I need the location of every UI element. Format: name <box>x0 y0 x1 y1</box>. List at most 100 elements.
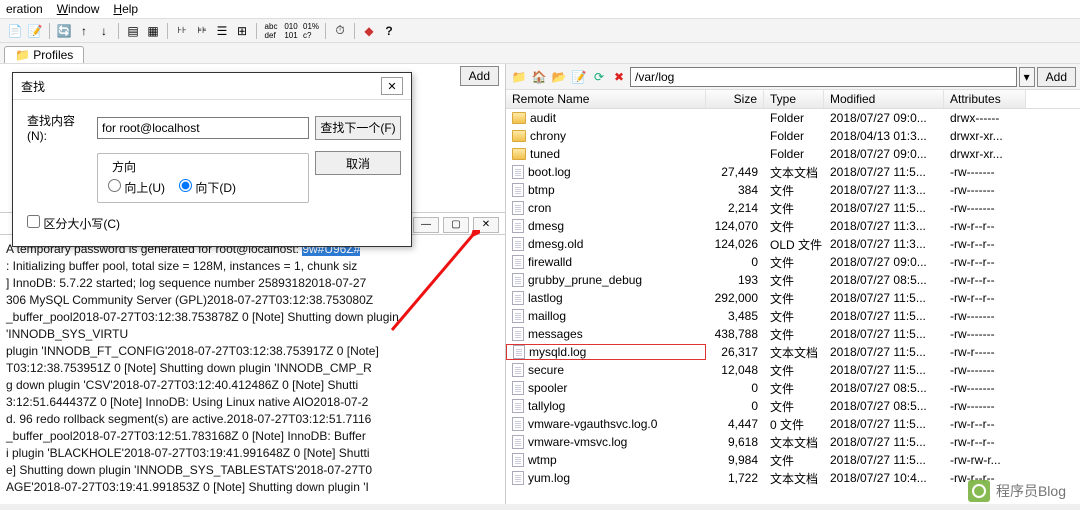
table-row[interactable]: wtmp9,984文件2018/07/27 11:5...-rw-rw-r... <box>506 451 1080 469</box>
tool-new-icon[interactable]: 📄 <box>6 22 24 40</box>
find-input[interactable] <box>97 117 309 139</box>
file-icon <box>512 363 524 377</box>
nav-folder-icon[interactable]: 📁 <box>510 68 528 86</box>
table-row[interactable]: lastlog292,000文件2018/07/27 11:5...-rw-r-… <box>506 289 1080 307</box>
tool-help-icon[interactable]: ? <box>380 22 398 40</box>
table-row[interactable]: mysqld.log26,317文本文档2018/07/27 11:5...-r… <box>506 343 1080 361</box>
find-dialog: 查找 ✕ 查找内容(N): 查找下一个(F) 方向 向上(U) 向下(D) 取消… <box>12 72 412 247</box>
menu-item-window[interactable]: Window <box>57 2 100 16</box>
file-icon <box>512 309 524 323</box>
tool-010-icon[interactable]: 010101 <box>282 22 300 40</box>
log-minimize-icon[interactable]: — <box>413 217 439 233</box>
table-row[interactable]: maillog3,485文件2018/07/27 11:5...-rw-----… <box>506 307 1080 325</box>
direction-group: 方向 向上(U) 向下(D) <box>97 153 309 203</box>
tab-bar: 📁 Profiles <box>0 43 1080 64</box>
menu-item-operation[interactable]: eration <box>6 2 43 16</box>
table-row[interactable]: dmesg.old124,026OLD 文件2018/07/27 11:3...… <box>506 235 1080 253</box>
nav-refresh-icon[interactable]: ⟳ <box>590 68 608 86</box>
radio-up[interactable]: 向上(U) <box>108 179 165 196</box>
right-panel: 📁 🏠 📂 📝 ⟳ ✖ ▾ Add Remote Name Size Type … <box>506 64 1080 504</box>
nav-edit-icon[interactable]: 📝 <box>570 68 588 86</box>
file-icon <box>512 417 524 431</box>
file-icon <box>512 435 524 449</box>
file-icon <box>512 381 524 395</box>
file-icon <box>512 237 524 251</box>
table-row[interactable]: auditFolder2018/07/27 09:0...drwx------ <box>506 109 1080 127</box>
remote-file-grid[interactable]: Remote Name Size Type Modified Attribute… <box>506 90 1080 504</box>
tool-grid-icon[interactable]: ⊞ <box>233 22 251 40</box>
folder-icon: 📁 <box>15 48 30 62</box>
tool-clock-icon[interactable]: ⏱ <box>331 22 349 40</box>
file-icon <box>512 165 524 179</box>
file-icon <box>512 273 524 287</box>
tool-tree1-icon[interactable]: ⊦⊦ <box>173 22 191 40</box>
tool-view1-icon[interactable]: ▤ <box>124 22 142 40</box>
table-row[interactable]: grubby_prune_debug193文件2018/07/27 08:5..… <box>506 271 1080 289</box>
nav-open-icon[interactable]: 📂 <box>550 68 568 86</box>
find-next-button[interactable]: 查找下一个(F) <box>315 116 401 140</box>
watermark: 程序员Blog <box>968 480 1066 502</box>
table-row[interactable]: tallylog0文件2018/07/27 08:5...-rw------- <box>506 397 1080 415</box>
tool-sync-icon[interactable]: 🔄 <box>55 22 73 40</box>
cancel-button[interactable]: 取消 <box>315 151 401 175</box>
tool-view2-icon[interactable]: ▦ <box>144 22 162 40</box>
file-icon <box>513 345 525 359</box>
table-row[interactable]: secure12,048文件2018/07/27 11:5...-rw-----… <box>506 361 1080 379</box>
table-row[interactable]: chronyFolder2018/04/13 01:3...drwxr-xr..… <box>506 127 1080 145</box>
table-row[interactable]: firewalld0文件2018/07/27 09:0...-rw-r--r-- <box>506 253 1080 271</box>
tool-edit-icon[interactable]: 📝 <box>26 22 44 40</box>
table-row[interactable]: tunedFolder2018/07/27 09:0...drwxr-xr... <box>506 145 1080 163</box>
file-icon <box>512 219 524 233</box>
tool-list-icon[interactable]: ☰ <box>213 22 231 40</box>
log-close-icon[interactable]: ✕ <box>473 217 499 233</box>
folder-icon <box>512 148 526 160</box>
left-add-button[interactable]: Add <box>460 66 499 86</box>
dialog-close-icon[interactable]: ✕ <box>381 77 403 95</box>
nav-delete-icon[interactable]: ✖ <box>610 68 628 86</box>
tool-abc-icon[interactable]: abcdef <box>262 22 280 40</box>
table-row[interactable]: spooler0文件2018/07/27 08:5...-rw------- <box>506 379 1080 397</box>
remote-path-bar: 📁 🏠 📂 📝 ⟳ ✖ ▾ Add <box>506 64 1080 90</box>
tool-down-icon[interactable]: ↓ <box>95 22 113 40</box>
tool-tree2-icon[interactable]: ⊧⊧ <box>193 22 211 40</box>
log-maximize-icon[interactable]: ▢ <box>443 217 469 233</box>
folder-icon <box>512 130 526 142</box>
table-row[interactable]: boot.log27,449文本文档2018/07/27 11:5...-rw-… <box>506 163 1080 181</box>
dialog-title: 查找 <box>21 78 45 95</box>
col-attrs[interactable]: Attributes <box>944 90 1026 108</box>
file-icon <box>512 399 524 413</box>
tool-up-icon[interactable]: ↑ <box>75 22 93 40</box>
remote-path-input[interactable] <box>630 67 1017 87</box>
case-sensitive-checkbox[interactable]: 区分大小写(C) <box>27 217 120 231</box>
col-name[interactable]: Remote Name <box>506 90 706 108</box>
path-dropdown-icon[interactable]: ▾ <box>1019 67 1035 87</box>
table-row[interactable]: vmware-vgauthsvc.log.04,4470 文件2018/07/2… <box>506 415 1080 433</box>
tool-bell-icon[interactable]: ◆ <box>360 22 378 40</box>
file-icon <box>512 471 524 485</box>
table-row[interactable]: vmware-vmsvc.log9,618文本文档2018/07/27 11:5… <box>506 433 1080 451</box>
menu-item-help[interactable]: Help <box>113 2 138 16</box>
col-modified[interactable]: Modified <box>824 90 944 108</box>
file-icon <box>512 291 524 305</box>
watermark-logo-icon <box>968 480 990 502</box>
table-row[interactable]: cron2,214文件2018/07/27 11:5...-rw------- <box>506 199 1080 217</box>
nav-home-icon[interactable]: 🏠 <box>530 68 548 86</box>
table-row[interactable]: messages438,788文件2018/07/27 11:5...-rw--… <box>506 325 1080 343</box>
col-size[interactable]: Size <box>706 90 764 108</box>
tab-profiles[interactable]: 📁 Profiles <box>4 46 84 63</box>
log-viewer[interactable]: A temporary password is generated for ro… <box>0 234 505 504</box>
folder-icon <box>512 112 526 124</box>
radio-down[interactable]: 向下(D) <box>179 179 236 196</box>
file-icon <box>512 183 524 197</box>
file-icon <box>512 327 524 341</box>
find-label: 查找内容(N): <box>27 112 91 143</box>
col-type[interactable]: Type <box>764 90 824 108</box>
table-row[interactable]: dmesg124,070文件2018/07/27 11:3...-rw-r--r… <box>506 217 1080 235</box>
menu-bar: eration Window Help <box>0 0 1080 19</box>
grid-header: Remote Name Size Type Modified Attribute… <box>506 90 1080 109</box>
file-icon <box>512 255 524 269</box>
table-row[interactable]: btmp384文件2018/07/27 11:3...-rw------- <box>506 181 1080 199</box>
file-icon <box>512 453 524 467</box>
tool-pct-icon[interactable]: 01%c? <box>302 22 320 40</box>
right-add-button[interactable]: Add <box>1037 67 1076 87</box>
